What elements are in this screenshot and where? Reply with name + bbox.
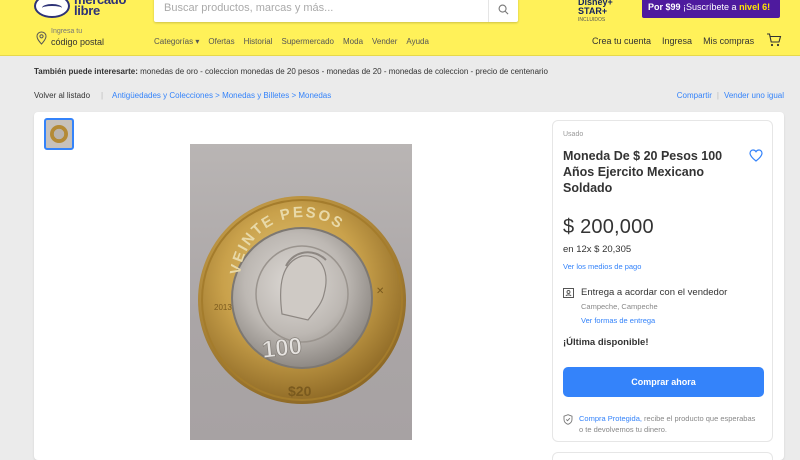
coin-mint-mark: ✕ — [376, 286, 384, 297]
buy-now-button[interactable]: Comprar ahora — [563, 367, 764, 397]
coin-hundred: 100 — [261, 333, 304, 364]
top-header: mercado libre Disney+ STAR+ INCLUIDOS Po… — [0, 0, 800, 56]
nav-moda[interactable]: Moda — [343, 37, 363, 46]
handover-icon — [563, 288, 574, 298]
coin-value: $20 — [288, 383, 312, 399]
cart-icon[interactable] — [766, 33, 782, 47]
disney-star-sub: INCLUIDOS — [578, 17, 606, 23]
nav-supermercado[interactable]: Supermercado — [282, 37, 334, 46]
my-purchases-link[interactable]: Mis compras — [703, 36, 754, 46]
nav-vender[interactable]: Vender — [372, 37, 397, 46]
nav-categorias[interactable]: Categorías ▾ — [154, 37, 199, 46]
nav-historial[interactable]: Historial — [244, 37, 273, 46]
main-nav: Categorías ▾ Ofertas Historial Supermercado… — [154, 37, 438, 46]
subscription-promo-badge[interactable]: Por $99 ¡Suscríbete a nivel 6! — [642, 0, 780, 18]
related-searches-links[interactable]: monedas de oro - coleccion monedas de 20… — [140, 67, 548, 76]
location-big-label: código postal — [51, 37, 105, 47]
product-price: $ 200,000 — [563, 216, 654, 238]
buy-box: Usado Moneda De $ 20 Pesos 100 Años Ejer… — [552, 120, 773, 442]
product-title: Moneda De $ 20 Pesos 100 Años Ejercito M… — [563, 149, 723, 195]
purchase-protection-text: Compra Protegida, recibe el producto que… — [579, 413, 759, 435]
product-card: VEINTE PESOS 2013 100 $20 ✕ Usado Moneda… — [34, 112, 784, 460]
shipping-method: Entrega a acordar con el vendedor — [581, 287, 728, 298]
search-button[interactable] — [488, 0, 518, 22]
stock-status: ¡Última disponible! — [563, 337, 649, 348]
promo-price: Por $99 — [648, 2, 681, 12]
gallery-thumbnail[interactable] — [44, 118, 74, 150]
nav-ayuda[interactable]: Ayuda — [406, 37, 429, 46]
item-condition: Usado — [563, 131, 584, 138]
product-photo[interactable]: VEINTE PESOS 2013 100 $20 ✕ — [190, 144, 412, 440]
share-actions: Compartir | Vender uno igual — [677, 91, 784, 100]
breadcrumb-divider: | — [101, 91, 104, 100]
create-account-link[interactable]: Crea tu cuenta — [592, 36, 651, 46]
promo-text: ¡Suscríbete a — [680, 2, 740, 12]
related-searches: También puede interesarte: monedas de or… — [34, 67, 548, 76]
logo-text: mercado libre — [74, 0, 126, 17]
location-small-label: Ingresa tu — [51, 28, 83, 35]
promo-level: nivel 6! — [739, 2, 771, 12]
login-link[interactable]: Ingresa — [662, 36, 692, 46]
sell-similar-link[interactable]: Vender uno igual — [724, 91, 784, 100]
thumbnail-coin-image — [50, 125, 68, 143]
search-icon — [498, 4, 509, 14]
coin-image: VEINTE PESOS 2013 100 $20 ✕ — [198, 196, 406, 404]
nav-ofertas[interactable]: Ofertas — [208, 37, 234, 46]
user-nav: Crea tu cuenta Ingresa Mis compras — [592, 36, 765, 46]
coin-year: 2013 — [214, 303, 232, 312]
payment-methods-link[interactable]: Ver los medios de pago — [563, 262, 641, 271]
handshake-icon — [34, 0, 70, 18]
delivery-options-link[interactable]: Ver formas de entrega — [581, 316, 655, 325]
related-searches-label: También puede interesarte: — [34, 67, 138, 76]
protected-purchase-link[interactable]: Compra Protegida, — [579, 414, 642, 423]
mercadolibre-logo[interactable]: mercado libre — [34, 0, 144, 24]
search-bar — [154, 0, 518, 22]
seller-location: Campeche, Campeche — [581, 302, 658, 311]
secondary-info-box — [552, 452, 773, 460]
search-input[interactable] — [164, 2, 484, 14]
location-pin-icon — [36, 31, 47, 45]
share-link[interactable]: Compartir — [677, 91, 712, 100]
breadcrumb-row: Volver al listado | Antigüedades y Colec… — [34, 91, 784, 103]
share-divider: | — [716, 91, 719, 100]
breadcrumb[interactable]: Antigüedades y Colecciones > Monedas y B… — [112, 91, 331, 100]
shield-icon — [563, 414, 573, 425]
installments-text: en 12x $ 20,305 — [563, 244, 632, 255]
disney-star-promo[interactable]: Disney+ STAR+ INCLUIDOS — [578, 0, 634, 23]
heart-icon[interactable] — [749, 149, 763, 162]
disney-star-label: Disney+ STAR+ — [578, 0, 613, 16]
back-to-list-link[interactable]: Volver al listado — [34, 91, 90, 100]
